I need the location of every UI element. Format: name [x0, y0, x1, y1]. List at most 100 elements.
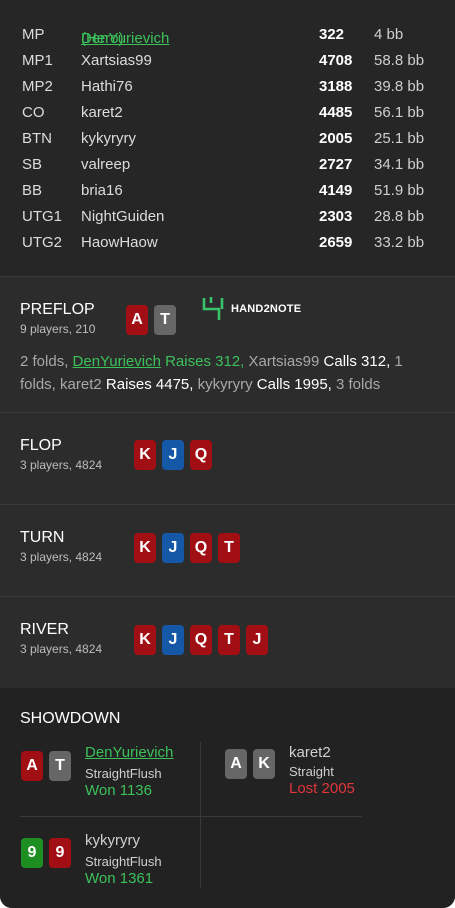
action-verb: Calls 312,	[323, 353, 391, 370]
player-stack: 322	[319, 26, 345, 43]
player-name: Xartsias99	[81, 52, 152, 69]
player-stack: 2303	[319, 208, 353, 225]
player-name: valreep	[81, 156, 131, 173]
player-stack-bb: 34.1 bb	[374, 156, 425, 173]
player-stack: 4708	[319, 52, 353, 69]
board-card: Q	[190, 440, 212, 470]
board-card: T	[218, 625, 240, 655]
hero-card: T	[154, 305, 176, 335]
showdown-player-name: kykyryry	[85, 832, 140, 849]
preflop-section: PREFLOP 9 players, 210 A T 2 folds, DenY…	[0, 276, 455, 413]
showdown-divider	[20, 816, 362, 817]
street-title: FLOP	[20, 437, 62, 454]
player-position: MP	[22, 26, 45, 43]
player-row: CO karet2 4485 56.1 bb	[0, 100, 455, 126]
showdown-card: 9	[21, 838, 43, 868]
flop-section: FLOP 3 players, 4824 K J Q	[0, 412, 455, 505]
board-card: J	[162, 533, 184, 563]
player-stack-bb: 58.8 bb	[374, 52, 425, 69]
player-name: Hathi76	[81, 78, 133, 95]
player-row: SB valreep 2727 34.1 bb	[0, 152, 455, 178]
street-subtitle: 9 players, 210	[20, 322, 96, 336]
player-name: kykyryry	[81, 130, 136, 147]
player-row: MP1 Xartsias99 4708 58.8 bb	[0, 48, 455, 74]
hero-card: A	[126, 305, 148, 335]
action-text: 2 folds,	[20, 353, 73, 370]
preflop-actions: 2 folds, DenYurievich Raises 312, Xartsi…	[20, 350, 430, 396]
players-table: MP DenYurievich (Hero) 322 4 bb MP1 Xart…	[0, 0, 455, 276]
showdown-card: A	[21, 751, 43, 781]
showdown-hand-rank: Straight	[289, 764, 334, 779]
player-stack-bb: 28.8 bb	[374, 208, 425, 225]
hero-action: Raises 312,	[160, 353, 245, 370]
showdown-card: A	[225, 749, 247, 779]
player-row: MP DenYurievich (Hero) 322 4 bb	[0, 22, 455, 48]
player-stack-bb: 33.2 bb	[374, 234, 425, 251]
board-card: Q	[190, 625, 212, 655]
player-position: BB	[22, 182, 43, 199]
showdown-hand-rank: StraightFlush	[85, 854, 162, 869]
showdown-card: 9	[49, 838, 71, 868]
showdown-title: SHOWDOWN	[20, 710, 121, 727]
showdown-result: Won 1136	[85, 782, 152, 799]
player-position: UTG1	[22, 208, 63, 225]
hand2note-logo-icon	[202, 297, 224, 320]
street-subtitle: 3 players, 4824	[20, 642, 103, 656]
action-player: Xartsias99	[244, 353, 324, 370]
player-position: MP1	[22, 52, 53, 69]
player-row: UTG1 NightGuiden 2303 28.8 bb	[0, 204, 455, 230]
player-position: MP2	[22, 78, 53, 95]
board-card: K	[134, 625, 156, 655]
hero-tag: (Hero)	[81, 30, 124, 47]
player-name: HaowHaow	[81, 234, 158, 251]
player-row: MP2 Hathi76 3188 39.8 bb	[0, 74, 455, 100]
player-stack: 2659	[319, 234, 353, 251]
action-player: kykyryry	[193, 376, 257, 393]
player-row: UTG2 HaowHaow 2659 33.2 bb	[0, 230, 455, 256]
board-card: J	[162, 440, 184, 470]
street-title: RIVER	[20, 621, 69, 638]
action-text: 3 folds	[331, 376, 381, 393]
showdown-card: T	[49, 751, 71, 781]
player-stack: 2005	[319, 130, 353, 147]
board-card: K	[134, 440, 156, 470]
player-stack-bb: 56.1 bb	[374, 104, 425, 121]
action-verb: Raises 4475,	[105, 376, 194, 393]
street-title: TURN	[20, 529, 65, 546]
player-name: NightGuiden	[81, 208, 165, 225]
board-card: K	[134, 533, 156, 563]
player-stack: 3188	[319, 78, 353, 95]
player-position: SB	[22, 156, 43, 173]
player-row: BTN kykyryry 2005 25.1 bb	[0, 126, 455, 152]
board-card: T	[218, 533, 240, 563]
showdown-result: Won 1361	[85, 870, 154, 887]
hero-action-link[interactable]: DenYurievich	[73, 353, 161, 370]
player-position: BTN	[22, 130, 52, 147]
player-stack: 4485	[319, 104, 353, 121]
street-subtitle: 3 players, 4824	[20, 550, 103, 564]
hand2note-logo-text: HAND2NOTE	[231, 303, 302, 315]
board-card: Q	[190, 533, 212, 563]
player-stack: 2727	[319, 156, 353, 173]
player-name: bria16	[81, 182, 123, 199]
player-name: karet2	[81, 104, 123, 121]
showdown-hand-rank: StraightFlush	[85, 766, 162, 781]
showdown-section: SHOWDOWN A T DenYurievich StraightFlush …	[0, 688, 455, 908]
board-card: J	[246, 625, 268, 655]
player-row: BB bria16 4149 51.9 bb	[0, 178, 455, 204]
player-stack-bb: 39.8 bb	[374, 78, 425, 95]
showdown-player-name-link[interactable]: DenYurievich	[85, 744, 173, 761]
player-stack-bb: 25.1 bb	[374, 130, 425, 147]
player-stack-bb: 4 bb	[374, 26, 404, 43]
player-stack-bb: 51.9 bb	[374, 182, 425, 199]
hand-history-panel: MP DenYurievich (Hero) 322 4 bb MP1 Xart…	[0, 0, 455, 908]
street-title: PREFLOP	[20, 301, 95, 318]
player-position: CO	[22, 104, 45, 121]
showdown-card: K	[253, 749, 275, 779]
player-stack: 4149	[319, 182, 353, 199]
hand2note-logo: HAND2NOTE	[201, 297, 301, 321]
showdown-divider	[200, 742, 201, 888]
player-position: UTG2	[22, 234, 63, 251]
showdown-player-name: karet2	[289, 744, 331, 761]
action-verb: Calls 1995,	[256, 376, 332, 393]
